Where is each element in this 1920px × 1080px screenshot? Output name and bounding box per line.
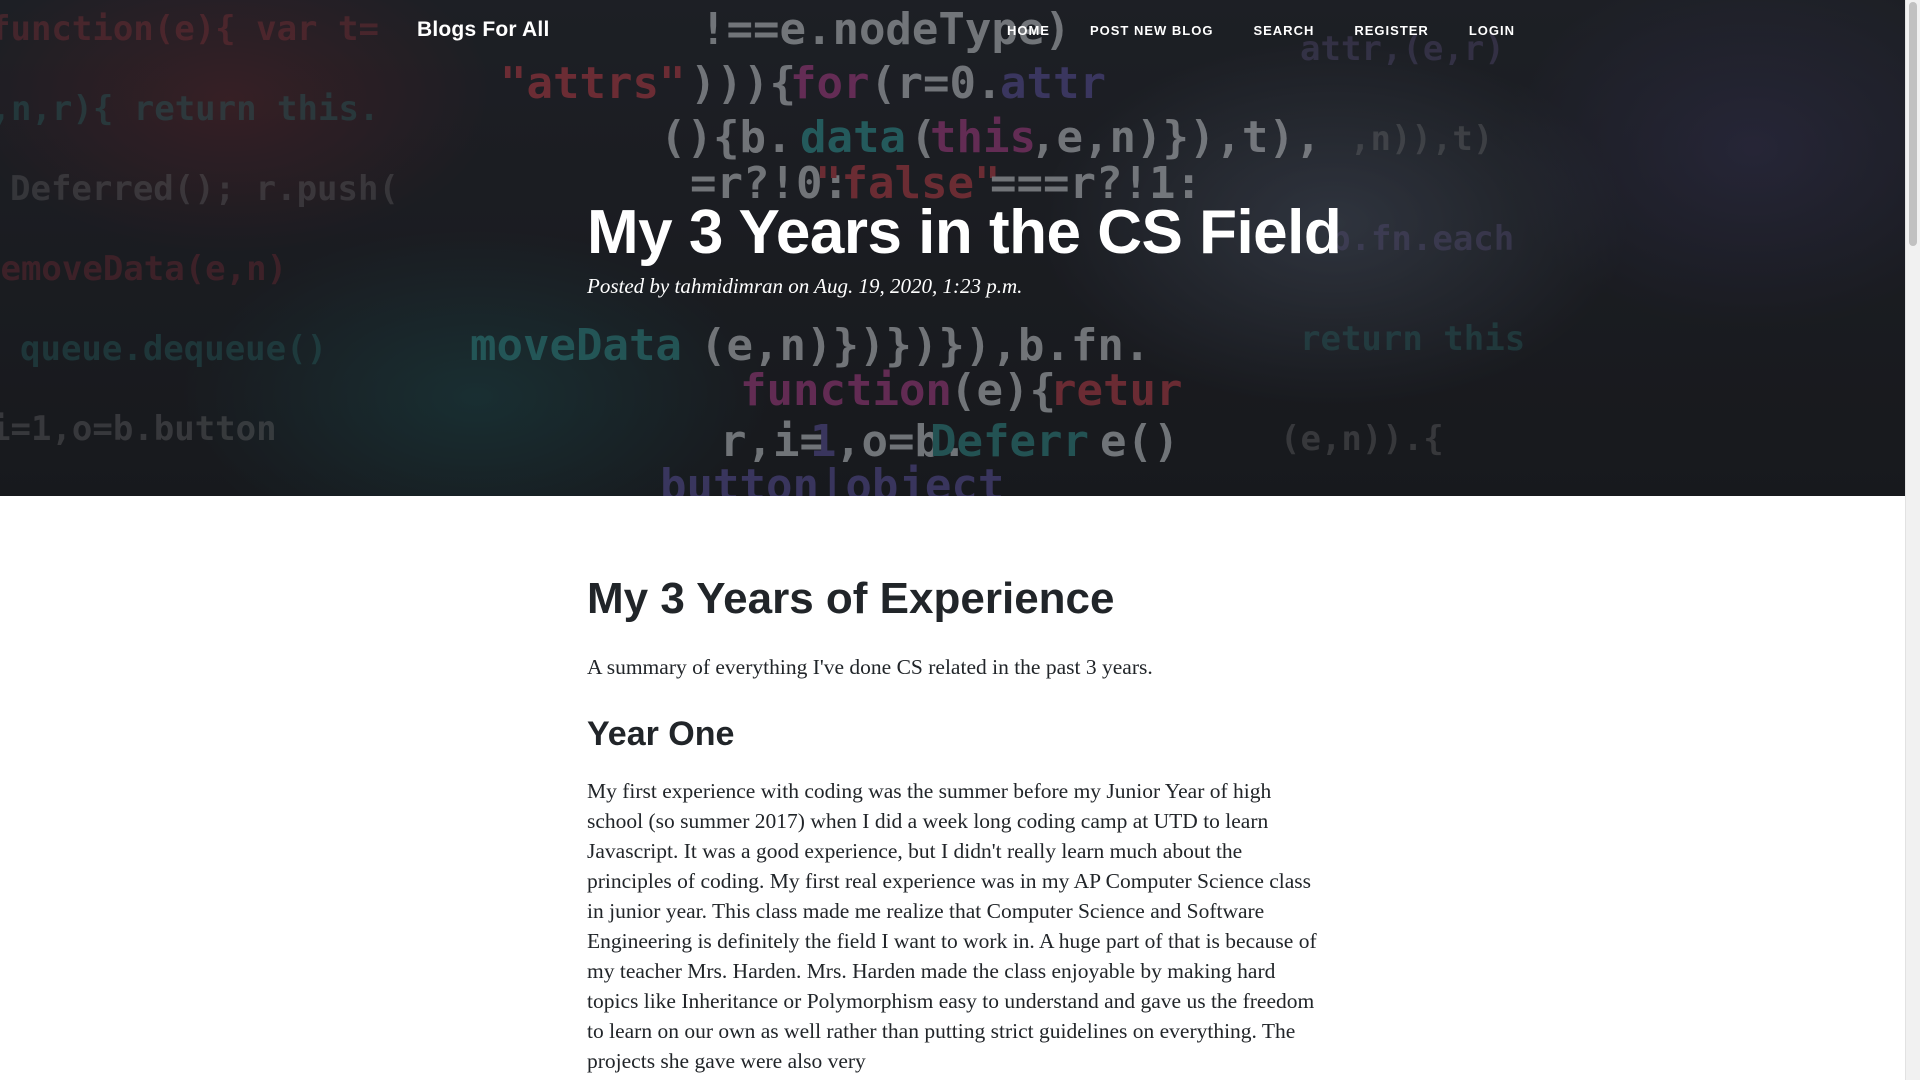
scrollbar-thumb[interactable] bbox=[1909, 2, 1917, 246]
section-title: Year One bbox=[587, 715, 735, 753]
post-meta: Posted by tahmidimran on Aug. 19, 2020, … bbox=[587, 274, 1341, 299]
post-date: Aug. 19, 2020, 1:23 p.m. bbox=[814, 274, 1023, 298]
masthead: function(e){ var t= e,n,r){ return this.… bbox=[0, 0, 1905, 496]
article-heading: My 3 Years of Experience bbox=[587, 574, 1115, 623]
post-title: My 3 Years in the CS Field bbox=[587, 198, 1342, 267]
nav-link-post-new-blog[interactable]: POST NEW BLOG bbox=[1090, 23, 1214, 38]
main-nav: Blogs For All HOME POST NEW BLOG SEARCH … bbox=[0, 0, 1905, 64]
section-body: My first experience with coding was the … bbox=[587, 779, 1317, 1073]
nav-link-search[interactable]: SEARCH bbox=[1253, 23, 1314, 38]
nav-link-login[interactable]: LOGIN bbox=[1469, 23, 1515, 38]
article-summary: A summary of everything I've done CS rel… bbox=[587, 655, 1153, 679]
nav-link-home[interactable]: HOME bbox=[1007, 23, 1050, 38]
post-author: tahmidimran bbox=[674, 274, 783, 298]
article-body: My 3 Years of Experience A summary of ev… bbox=[587, 570, 1327, 1080]
page: function(e){ var t= e,n,r){ return this.… bbox=[0, 0, 1905, 1080]
nav-links: HOME POST NEW BLOG SEARCH REGISTER LOGIN bbox=[1007, 23, 1515, 38]
post-meta-on: on bbox=[788, 274, 810, 298]
post-meta-prefix: Posted by bbox=[587, 274, 670, 298]
brand-link[interactable]: Blogs For All bbox=[417, 18, 550, 42]
page-scrollbar[interactable] bbox=[1905, 0, 1920, 1080]
nav-link-register[interactable]: REGISTER bbox=[1354, 23, 1428, 38]
post-heading: My 3 Years in the CS Field Posted by tah… bbox=[587, 196, 1342, 299]
